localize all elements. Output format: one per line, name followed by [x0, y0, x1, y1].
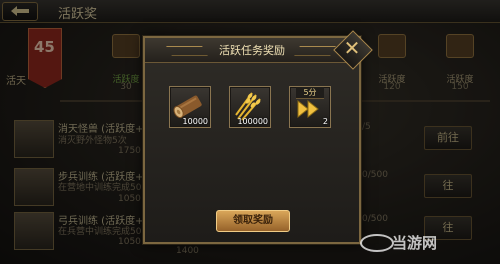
close-icon[interactable]: ✕ — [341, 37, 363, 59]
reward-slot[interactable]: 10000 — [169, 86, 211, 128]
dialog-title: 活跃任务奖励 — [219, 44, 285, 57]
reward-slot[interactable]: 5分 2 — [289, 86, 331, 128]
claim-reward-button[interactable]: 领取奖励 — [216, 210, 290, 232]
reward-quantity: 2 — [322, 117, 328, 126]
watermark-text: 当游网 — [392, 234, 438, 252]
duration-badge: 5分 — [296, 87, 324, 99]
reward-dialog: 活跃任务奖励 ✕ 10000 100000 5分 2 领取奖励 — [143, 30, 373, 244]
dialog-header: 活跃任务奖励 — [145, 38, 359, 63]
reward-quantity: 100000 — [237, 117, 268, 126]
reward-slot[interactable]: 100000 — [229, 86, 271, 128]
watermark-logo — [360, 234, 394, 252]
reward-quantity: 10000 — [182, 117, 208, 126]
